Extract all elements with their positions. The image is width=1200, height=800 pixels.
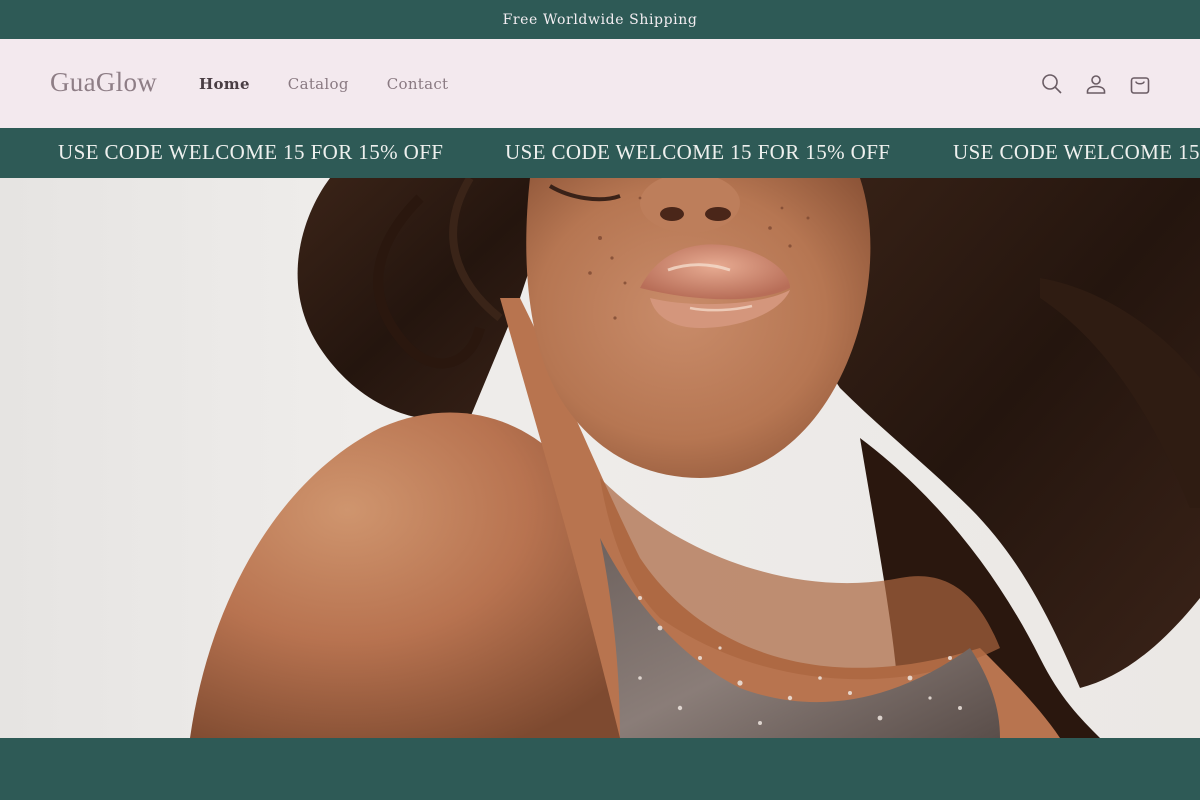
promo-text: USE CODE WELCOME 15 FOR 15% OFF	[505, 140, 891, 164]
cart-button[interactable]	[1126, 70, 1154, 98]
account-icon	[1086, 75, 1106, 94]
header-icons	[1022, 70, 1154, 98]
nav-item-home[interactable]: Home	[199, 75, 250, 93]
logo[interactable]: GuaGlow	[50, 67, 157, 98]
nav-item-catalog[interactable]: Catalog	[288, 75, 349, 93]
site-header: GuaGlow Home Catalog Contact	[0, 39, 1200, 128]
account-button[interactable]	[1082, 70, 1110, 98]
hero-image	[0, 178, 1200, 738]
promo-text: USE CODE WELCOME 15 FOR 15% OFF	[953, 140, 1200, 164]
section-band	[0, 738, 1200, 800]
main-nav: Home Catalog Contact	[199, 39, 486, 128]
cart-icon	[1130, 77, 1150, 94]
promo-marquee: USE CODE WELCOME 15 FOR 15% OFF USE CODE…	[0, 128, 1200, 178]
promo-text: USE CODE WELCOME 15 FOR 15% OFF	[58, 140, 444, 164]
nav-item-contact[interactable]: Contact	[387, 75, 449, 93]
search-button[interactable]	[1038, 70, 1066, 98]
search-icon	[1042, 74, 1062, 94]
announcement-bar: Free Worldwide Shipping	[0, 0, 1200, 39]
announcement-text: Free Worldwide Shipping	[502, 11, 698, 28]
hero-photo	[190, 178, 1200, 738]
